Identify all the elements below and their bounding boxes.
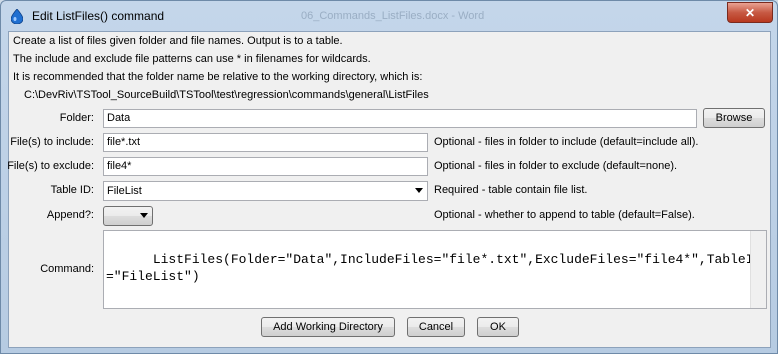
include-input[interactable]: file*.txt <box>103 133 428 152</box>
append-label: Append?: <box>46 209 94 221</box>
append-select[interactable] <box>103 206 153 226</box>
close-button[interactable]: ✕ <box>727 2 773 23</box>
tstool-drop-icon <box>11 9 23 24</box>
exclude-input[interactable]: file4* <box>103 157 428 176</box>
ok-button[interactable]: OK <box>477 317 519 337</box>
close-icon: ✕ <box>744 5 756 20</box>
working-directory-path: C:\DevRiv\TSTool_SourceBuild\TSTool\test… <box>24 89 429 101</box>
title-bar[interactable]: Edit ListFiles() command 06_Commands_Lis… <box>1 1 777 31</box>
folder-label: Folder: <box>59 112 94 124</box>
description-line-2: The include and exclude file patterns ca… <box>13 53 371 65</box>
dialog-content: Create a list of files given folder and … <box>7 31 771 348</box>
folder-input[interactable]: Data <box>103 109 697 128</box>
command-scrollbar[interactable] <box>750 231 766 308</box>
add-working-directory-button[interactable]: Add Working Directory <box>261 317 395 337</box>
exclude-note: Optional - files in folder to exclude (d… <box>434 160 678 172</box>
table-id-note: Required - table contain file list. <box>434 184 588 196</box>
chevron-down-icon <box>140 213 148 218</box>
chevron-down-icon <box>415 188 423 193</box>
description-line-1: Create a list of files given folder and … <box>13 35 343 47</box>
cancel-button[interactable]: Cancel <box>407 317 465 337</box>
command-text: ListFiles(Folder="Data",IncludeFiles="fi… <box>106 252 762 284</box>
exclude-label: File(s) to exclude: <box>7 160 94 172</box>
browse-button[interactable]: Browse <box>703 108 765 128</box>
table-id-combo[interactable]: FileList <box>103 181 428 201</box>
description-line-3: It is recommended that the folder name b… <box>13 71 423 83</box>
background-window-title: 06_Commands_ListFiles.docx - Word <box>301 10 485 22</box>
window-title: Edit ListFiles() command <box>32 9 165 23</box>
dialog-window: Edit ListFiles() command 06_Commands_Lis… <box>0 0 778 354</box>
command-label: Command: <box>40 263 94 275</box>
include-note: Optional - files in folder to include (d… <box>434 136 699 148</box>
command-textarea[interactable]: ListFiles(Folder="Data",IncludeFiles="fi… <box>103 230 767 309</box>
table-id-value: FileList <box>107 185 142 197</box>
table-id-label: Table ID: <box>50 184 94 196</box>
include-label: File(s) to include: <box>10 136 94 148</box>
append-note: Optional - whether to append to table (d… <box>434 209 695 221</box>
